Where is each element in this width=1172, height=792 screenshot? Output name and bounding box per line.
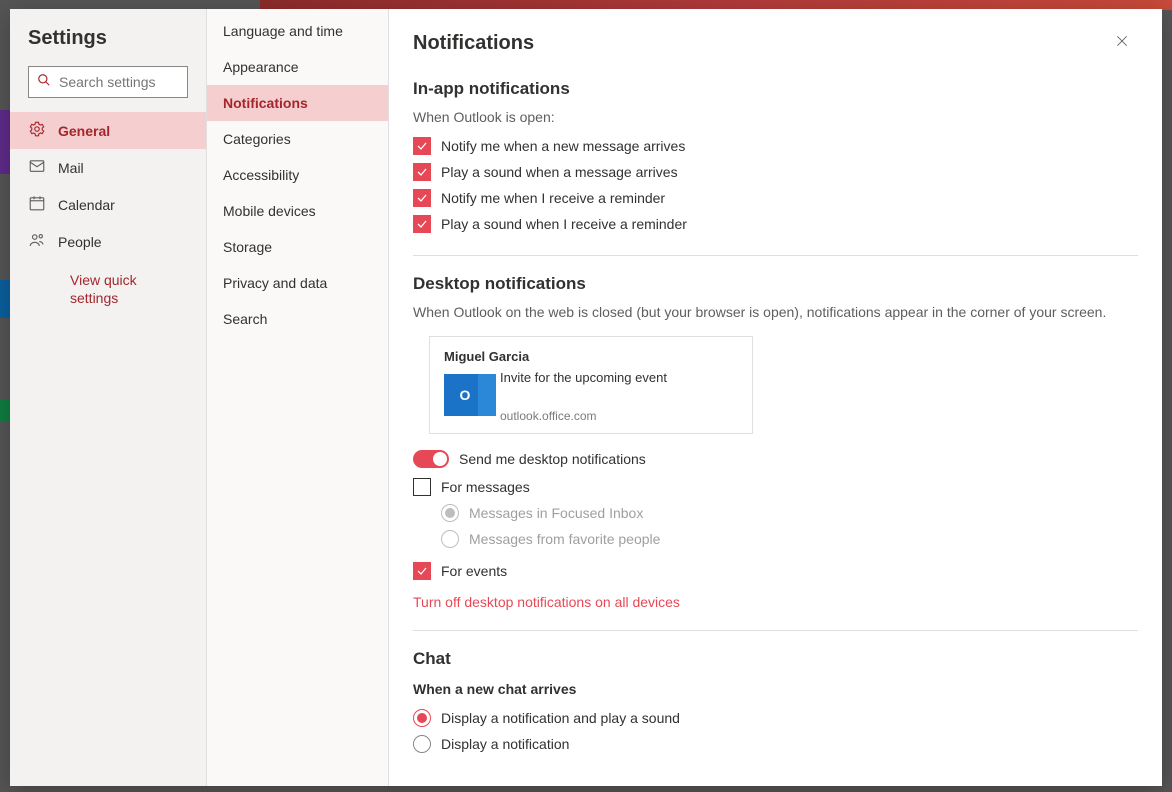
checkbox-label: Play a sound when I receive a reminder: [441, 216, 687, 232]
radio-label: Messages from favorite people: [469, 531, 660, 547]
checkbox-icon: [413, 215, 431, 233]
chat-heading: Chat: [413, 649, 1138, 669]
subcategory-appearance[interactable]: Appearance: [207, 49, 388, 85]
checkbox-icon: [413, 478, 431, 496]
checkbox-sound-message[interactable]: Play a sound when a message arrives: [413, 159, 1138, 185]
checkbox-icon: [413, 189, 431, 207]
subcategory-categories[interactable]: Categories: [207, 121, 388, 157]
calendar-icon: [28, 194, 46, 215]
settings-title: Settings: [10, 27, 206, 66]
checkbox-for-messages[interactable]: For messages: [413, 474, 1138, 500]
radio-favorite-people[interactable]: Messages from favorite people: [413, 526, 1138, 552]
subcategory-accessibility[interactable]: Accessibility: [207, 157, 388, 193]
settings-main-column: Notifications In-app notifications When …: [389, 9, 1162, 786]
subcategory-search[interactable]: Search: [207, 301, 388, 337]
checkbox-label: For messages: [441, 479, 530, 495]
radio-label: Messages in Focused Inbox: [469, 505, 643, 521]
view-quick-settings-link[interactable]: View quick settings: [70, 272, 137, 306]
category-general[interactable]: General: [10, 112, 206, 149]
category-calendar[interactable]: Calendar: [10, 186, 206, 223]
preview-sender: Miguel Garcia: [444, 349, 738, 364]
radio-chat-notify-sound[interactable]: Display a notification and play a sound: [413, 705, 1138, 731]
toggle-label: Send me desktop notifications: [459, 451, 646, 467]
category-label: Calendar: [58, 197, 115, 213]
checkbox-notify-reminder[interactable]: Notify me when I receive a reminder: [413, 185, 1138, 211]
people-icon: [28, 231, 46, 252]
close-icon: [1115, 34, 1129, 53]
inapp-heading: In-app notifications: [413, 79, 1138, 99]
category-mail[interactable]: Mail: [10, 149, 206, 186]
search-icon: [37, 73, 51, 92]
preview-subject: Invite for the upcoming event: [500, 370, 667, 385]
toggle-desktop-notifications[interactable]: Send me desktop notifications: [413, 450, 1138, 468]
subcategory-language-time[interactable]: Language and time: [207, 13, 388, 49]
search-settings-input[interactable]: [28, 66, 188, 98]
checkbox-icon: [413, 562, 431, 580]
checkbox-label: Notify me when a new message arrives: [441, 138, 685, 154]
checkbox-icon: [413, 137, 431, 155]
radio-focused-inbox[interactable]: Messages in Focused Inbox: [413, 500, 1138, 526]
mail-icon: [28, 157, 46, 178]
page-title: Notifications: [413, 32, 534, 55]
checkbox-label: Play a sound when a message arrives: [441, 164, 678, 180]
radio-label: Display a notification: [441, 736, 569, 752]
category-list: General Mail Calendar People: [10, 112, 206, 260]
toggle-switch: [413, 450, 449, 468]
section-divider: [413, 630, 1138, 631]
checkbox-notify-new-message[interactable]: Notify me when a new message arrives: [413, 133, 1138, 159]
radio-icon: [441, 504, 459, 522]
chat-subheading: When a new chat arrives: [413, 681, 1138, 697]
settings-scroll-area[interactable]: In-app notifications When Outlook is ope…: [389, 75, 1162, 786]
desktop-heading: Desktop notifications: [413, 274, 1138, 294]
close-button[interactable]: [1106, 27, 1138, 59]
category-people[interactable]: People: [10, 223, 206, 260]
settings-categories-column: Settings General Mail: [10, 9, 207, 786]
radio-icon: [441, 530, 459, 548]
subcategory-privacy-data[interactable]: Privacy and data: [207, 265, 388, 301]
subcategory-notifications[interactable]: Notifications: [207, 85, 388, 121]
settings-subcategories-column: Language and time Appearance Notificatio…: [207, 9, 389, 786]
desktop-description: When Outlook on the web is closed (but y…: [413, 304, 1138, 320]
inapp-subheading: When Outlook is open:: [413, 109, 1138, 125]
outlook-icon: O: [444, 374, 486, 416]
section-divider: [413, 255, 1138, 256]
subcategory-list: Language and time Appearance Notificatio…: [207, 13, 388, 337]
checkbox-label: For events: [441, 563, 507, 579]
checkbox-sound-reminder[interactable]: Play a sound when I receive a reminder: [413, 211, 1138, 237]
category-label: General: [58, 123, 110, 139]
notification-preview-card: Miguel Garcia O Invite for the upcoming …: [429, 336, 753, 434]
turn-off-desktop-link[interactable]: Turn off desktop notifications on all de…: [413, 594, 680, 610]
checkbox-icon: [413, 163, 431, 181]
subcategory-mobile-devices[interactable]: Mobile devices: [207, 193, 388, 229]
gear-icon: [28, 120, 46, 141]
checkbox-label: Notify me when I receive a reminder: [441, 190, 665, 206]
radio-icon: [413, 735, 431, 753]
preview-source: outlook.office.com: [500, 409, 667, 423]
category-label: Mail: [58, 160, 84, 176]
subcategory-storage[interactable]: Storage: [207, 229, 388, 265]
settings-panel: Settings General Mail: [10, 9, 1162, 786]
radio-icon: [413, 709, 431, 727]
radio-chat-notify[interactable]: Display a notification: [413, 731, 1138, 757]
checkbox-for-events[interactable]: For events: [413, 558, 1138, 584]
radio-label: Display a notification and play a sound: [441, 710, 680, 726]
category-label: People: [58, 234, 102, 250]
